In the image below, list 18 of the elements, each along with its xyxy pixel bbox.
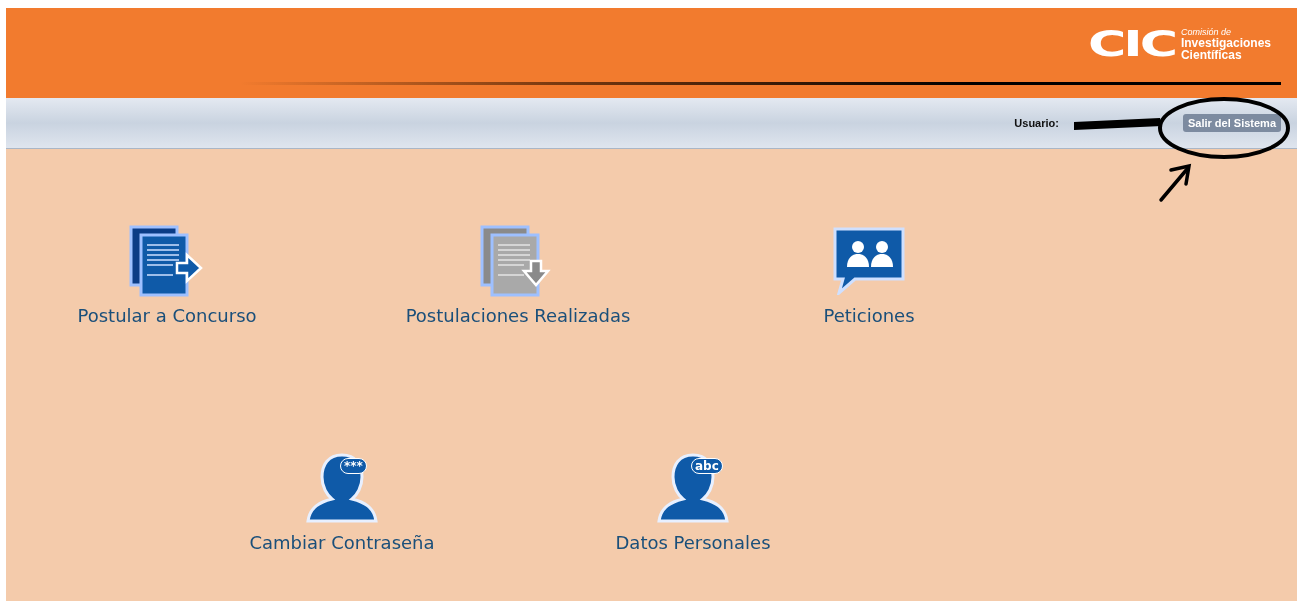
logo-text: Investigaciones — [1180, 36, 1271, 49]
menu-link[interactable]: Postulaciones Realizadas — [405, 305, 631, 326]
logo-mark: CIC — [1087, 26, 1175, 62]
menu-link[interactable]: Cambiar Contraseña — [249, 532, 435, 553]
menu-link[interactable]: Peticiones — [823, 305, 915, 326]
document-arrow-icon — [129, 225, 205, 297]
user-label: Usuario: — [1014, 117, 1059, 129]
logout-link[interactable]: Salir del Sistema — [1182, 114, 1281, 132]
icon-label: abc — [691, 458, 723, 474]
person-icon — [304, 452, 380, 524]
chat-people-icon — [831, 225, 907, 295]
person-icon — [655, 452, 731, 524]
logo-text: Científicas — [1180, 48, 1242, 61]
annotation-arrow — [1159, 163, 1192, 202]
icon-label: *** — [340, 458, 367, 474]
menu-link[interactable]: Postular a Concurso — [77, 305, 257, 326]
logo-text: Comisión de — [1180, 27, 1232, 37]
menu-link[interactable]: Datos Personales — [615, 532, 771, 553]
